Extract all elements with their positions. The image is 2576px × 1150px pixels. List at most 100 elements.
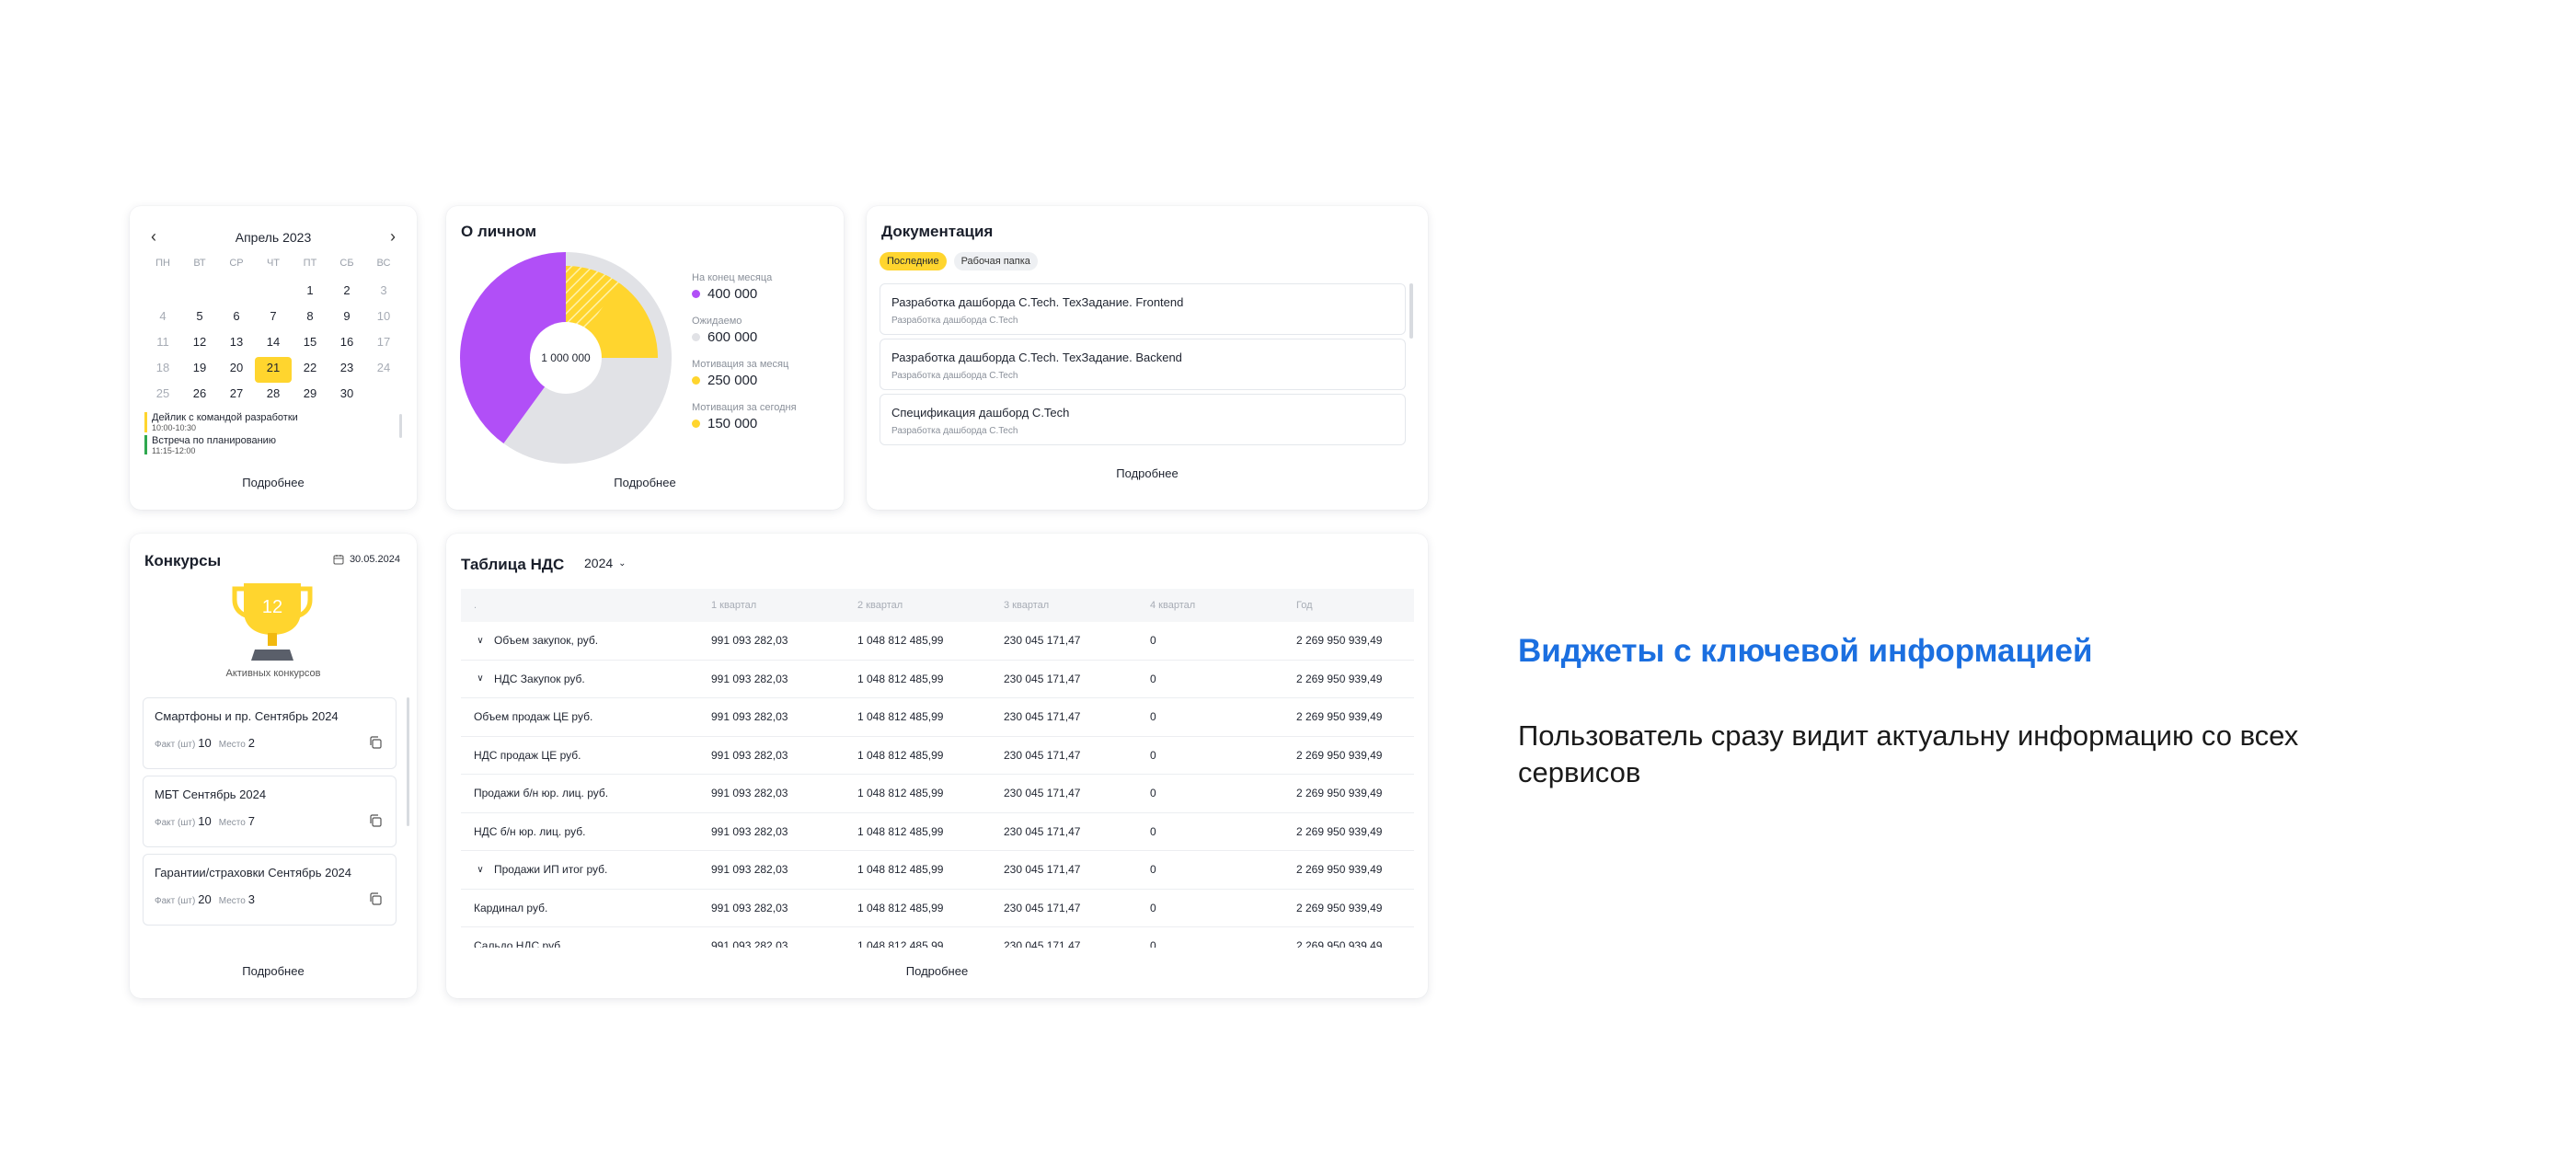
calendar-day[interactable]: 3 [365,280,402,305]
personal-more-link[interactable]: Подробнее [446,476,844,489]
calendar-day[interactable]: 14 [255,331,292,357]
table-cell: 0 [1150,787,1156,800]
row-name-cell: Объем продаж ЦЕ руб. [461,710,711,723]
calendar-day[interactable]: 26 [181,383,218,408]
contest-item[interactable]: Гарантии/страховки Сентябрь 2024 Факт (шт… [143,854,397,926]
table-cell: 1 048 812 485,99 [857,939,944,948]
calendar-day[interactable]: 23 [328,357,365,383]
copy-icon[interactable] [368,813,383,828]
personal-widget: О личном 1 000 000 На конец месяца 400 00… [446,206,844,510]
hero-text: Пользователь сразу видит актуальну инфор… [1518,719,2299,788]
calendar-day[interactable]: 30 [328,383,365,408]
tab-recent[interactable]: Последние [880,252,947,270]
legend-value-row: 600 000 [692,329,830,345]
calendar-empty-cell [218,280,255,305]
docs-more-link[interactable]: Подробнее [867,466,1428,480]
calendar-day[interactable]: 17 [365,331,402,357]
calendar-day[interactable]: 1 [292,280,328,305]
table-row[interactable]: Кардинал руб. 991 093 282,03 1 048 812 485… [461,890,1414,927]
doc-item[interactable]: Разработка дашборда С.Tech. ТехЗадание. … [880,339,1406,390]
calendar-more-link[interactable]: Подробнее [130,476,417,489]
table-row[interactable]: Сальдо НДС руб. 991 093 282,03 1 048 812 4… [461,927,1414,948]
contest-item[interactable]: МБТ Сентябрь 2024 Факт (шт) 10 Место 7 [143,776,397,847]
calendar-day[interactable]: 4 [144,305,181,331]
docs-scrollbar[interactable] [1409,283,1413,339]
table-cell: 230 045 171,47 [1004,824,1081,838]
tab-work-folder[interactable]: Рабочая папка [953,252,1038,270]
table-row[interactable]: НДС б/н юр. лиц. руб. 991 093 282,03 1 048… [461,813,1414,851]
column-header: Год [1296,600,1313,611]
calendar-event[interactable]: Дейлик с командой разработки 10:00-10:30 [144,412,402,432]
calendar-day[interactable]: 7 [255,305,292,331]
table-row[interactable]: ∨ НДС Закупок руб. 991 093 282,03 1 048 812… [461,661,1414,698]
legend-label: Мотивация за месяц [692,359,789,370]
calendar-empty-cell [255,280,292,305]
chevron-right-icon[interactable]: › [384,228,402,247]
calendar-day[interactable]: 12 [181,331,218,357]
calendar-day[interactable]: 25 [144,383,181,408]
year-select[interactable]: 2024 ⌄ [584,556,627,570]
calendar-day[interactable]: 2 [328,280,365,305]
chevron-down-icon[interactable]: ∨ [474,865,487,875]
calendar-day[interactable]: 20 [218,357,255,383]
calendar-day-today[interactable]: 21 [255,357,292,383]
table-cell: 991 093 282,03 [711,748,788,762]
contests-list: Смартфоны и пр. Сентябрь 2024 Факт (шт) 10… [143,697,397,941]
calendar-event[interactable]: Встреча по планированию 11:15-12:00 [144,435,402,454]
calendar-day[interactable]: 22 [292,357,328,383]
calendar-day[interactable]: 29 [292,383,328,408]
chevron-down-icon[interactable]: ∨ [474,673,487,684]
calendar-day[interactable]: 24 [365,357,402,383]
table-cell: 230 045 171,47 [1004,901,1081,914]
calendar-day[interactable]: 13 [218,331,255,357]
table-cell: 230 045 171,47 [1004,634,1081,648]
calendar-day[interactable]: 18 [144,357,181,383]
copy-icon[interactable] [368,735,383,750]
contests-more-link[interactable]: Подробнее [130,964,417,978]
table-row[interactable]: ∨ Продажи ИП итог руб. 991 093 282,03 1 048… [461,851,1414,890]
calendar-day[interactable]: 16 [328,331,365,357]
doc-item[interactable]: Спецификация дашборд С.Tech Разработка да… [880,394,1406,445]
calendar-day[interactable]: 15 [292,331,328,357]
table-row[interactable]: НДС продаж ЦЕ руб. 991 093 282,03 1 048 81… [461,737,1414,775]
place-value: 7 [247,814,256,828]
row-name: Объем продаж ЦЕ руб. [474,710,593,724]
table-cell: 0 [1150,939,1156,948]
calendar-day[interactable]: 8 [292,305,328,331]
chevron-down-icon[interactable]: ∨ [474,636,487,646]
calendar-day[interactable]: 5 [181,305,218,331]
row-name: Объем закупок, руб. [494,634,599,648]
contest-metrics: Факт (шт) 10 Место 7 [155,814,385,828]
weekday-label: СР [229,258,244,269]
calendar-day[interactable]: 11 [144,331,181,357]
doc-title: Спецификация дашборд С.Tech [891,406,1070,420]
table-row[interactable]: Объем продаж ЦЕ руб. 991 093 282,03 1 048 … [461,698,1414,737]
contest-item[interactable]: Смартфоны и пр. Сентябрь 2024 Факт (шт) 10… [143,697,397,769]
table-cell: 230 045 171,47 [1004,672,1081,685]
legend-value: 250 000 [707,373,758,388]
calendar-day[interactable]: 9 [328,305,365,331]
table-cell: 0 [1150,634,1156,648]
table-cell: 230 045 171,47 [1004,748,1081,762]
calendar-day[interactable]: 19 [181,357,218,383]
calendar-day[interactable]: 10 [365,305,402,331]
table-row[interactable]: Продажи б/н юр. лиц. руб. 991 093 282,03 1… [461,775,1414,813]
personal-legend: На конец месяца 400 000 Ожидаемо 600 000 Мот… [692,272,830,445]
trophy-icon: 12 [232,583,313,661]
vat-more-link[interactable]: Подробнее [446,964,1428,978]
copy-icon[interactable] [368,891,383,906]
table-cell: 2 269 950 939,49 [1296,863,1383,877]
fact-value: 20 [198,892,212,906]
calendar-day[interactable]: 6 [218,305,255,331]
legend-value: 600 000 [707,329,758,345]
calendar-day[interactable]: 27 [218,383,255,408]
doc-item[interactable]: Разработка дашборда С.Tech. ТехЗадание. … [880,283,1406,335]
place-value: 3 [247,892,256,906]
table-row[interactable]: ∨ Объем закупок, руб. 991 093 282,03 1 048 … [461,622,1414,661]
table-cell: 1 048 812 485,99 [857,748,944,762]
contests-scrollbar[interactable] [407,697,409,826]
contest-title: МБТ Сентябрь 2024 [155,788,267,801]
events-scrollbar[interactable] [399,414,402,438]
calendar-day[interactable]: 28 [255,383,292,408]
row-name-cell: Сальдо НДС руб. [461,939,711,948]
